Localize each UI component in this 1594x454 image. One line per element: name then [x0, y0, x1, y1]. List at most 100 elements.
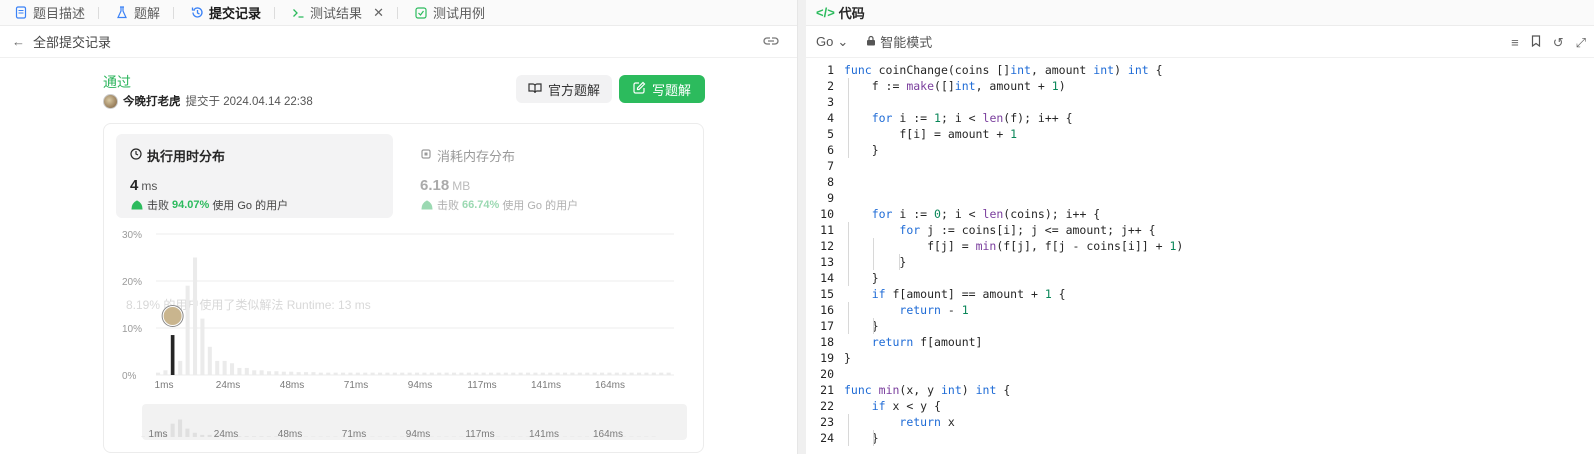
chart-bar[interactable]	[378, 372, 383, 375]
chart-bar[interactable]	[363, 372, 368, 375]
chart-bar[interactable]	[341, 372, 346, 375]
expand-icon[interactable]: ⤢	[1576, 35, 1586, 51]
code-line[interactable]: 9	[806, 190, 1183, 206]
code-line[interactable]: 13 }	[806, 254, 1183, 270]
bookmark-icon[interactable]	[1531, 35, 1541, 51]
chart-bar[interactable]	[666, 372, 671, 375]
chart-bar[interactable]	[459, 372, 464, 375]
code-line[interactable]: 19}	[806, 350, 1183, 366]
chart-bar[interactable]	[185, 285, 190, 375]
tab-description[interactable]: 题目描述	[6, 0, 107, 26]
chart-bar[interactable]	[400, 372, 405, 375]
chart-bar[interactable]	[533, 372, 538, 375]
chart-bar[interactable]	[526, 372, 531, 375]
chart-bar[interactable]	[429, 372, 434, 375]
chart-bar[interactable]	[548, 372, 553, 375]
tab-solutions[interactable]: 题解	[107, 0, 182, 26]
code-line[interactable]: 24 }	[806, 430, 1183, 446]
chart-bar[interactable]	[156, 372, 161, 375]
chart-bar[interactable]	[437, 372, 442, 375]
chart-bar[interactable]	[659, 372, 664, 375]
chart-bar[interactable]	[511, 372, 516, 375]
all-submissions-link[interactable]: 全部提交记录	[33, 32, 111, 51]
chart-bar[interactable]	[304, 372, 309, 375]
chart-bar[interactable]	[600, 372, 605, 375]
chart-bar[interactable]	[311, 372, 316, 375]
chart-bar[interactable]	[622, 372, 627, 375]
chart-bar[interactable]	[518, 372, 523, 375]
code-line[interactable]: 17 }	[806, 318, 1183, 334]
code-line[interactable]: 14 }	[806, 270, 1183, 286]
avatar[interactable]	[103, 93, 118, 109]
user-avatar-marker[interactable]	[161, 305, 184, 327]
chart-bar[interactable]	[222, 360, 227, 375]
chart-bar[interactable]	[370, 372, 375, 375]
chart-bar[interactable]	[570, 372, 575, 375]
write-solution-button[interactable]: 写题解	[619, 75, 705, 103]
chart-bar[interactable]	[577, 372, 582, 375]
code-line[interactable]: 5 f[i] = amount + 1	[806, 126, 1183, 142]
code-line[interactable]: 18 return f[amount]	[806, 334, 1183, 350]
chart-bar[interactable]	[540, 372, 545, 375]
code-line[interactable]: 7	[806, 158, 1183, 174]
chart-bar[interactable]	[607, 372, 612, 375]
chart-bar[interactable]	[193, 257, 198, 376]
chart-bar[interactable]	[415, 372, 420, 375]
runtime-distribution-chart[interactable]: 30% 20% 10% 0% 1ms 1ms 24ms 24ms 48ms 48ms 71ms 71m…	[104, 124, 705, 454]
code-editor[interactable]: 1 func coinChange(coins []int, amount int…	[806, 62, 1183, 446]
chart-bar[interactable]	[215, 360, 220, 375]
code-line[interactable]: 21 func min(x, y int) int {	[806, 382, 1183, 398]
chart-bar[interactable]	[237, 367, 242, 375]
chart-bar[interactable]	[333, 372, 338, 375]
link-icon[interactable]	[763, 35, 779, 50]
chart-bar[interactable]	[489, 372, 494, 375]
code-line[interactable]: 1 func coinChange(coins []int, amount int…	[806, 62, 1183, 78]
code-line[interactable]: 16 return - 1	[806, 302, 1183, 318]
chart-bar[interactable]	[318, 372, 323, 375]
chart-bar[interactable]	[259, 370, 264, 375]
chart-bar[interactable]	[614, 372, 619, 375]
chart-bar[interactable]	[178, 360, 183, 375]
tab-submissions[interactable]: 提交记录	[182, 0, 283, 26]
chart-bar[interactable]	[230, 363, 235, 375]
chart-bar[interactable]	[355, 372, 360, 375]
chart-bar[interactable]	[563, 372, 568, 375]
chart-bar[interactable]	[267, 371, 272, 375]
code-line[interactable]: 8	[806, 174, 1183, 190]
code-line[interactable]: 2 f := make([]int, amount + 1)	[806, 78, 1183, 94]
chart-bar[interactable]	[592, 372, 597, 375]
chart-bar[interactable]	[585, 372, 590, 375]
chart-bar[interactable]	[392, 372, 397, 375]
chart-bar[interactable]	[629, 372, 634, 375]
language-select[interactable]: Go ⌄	[816, 34, 848, 50]
close-icon[interactable]: ✕	[373, 5, 384, 21]
chart-bar[interactable]	[289, 371, 294, 375]
chart-bar[interactable]	[644, 372, 649, 375]
chart-bar[interactable]	[444, 372, 449, 375]
chart-bar[interactable]	[385, 372, 390, 375]
chart-bar[interactable]	[170, 335, 175, 375]
tab-testcase[interactable]: 测试用例	[406, 0, 493, 26]
code-line[interactable]: 4 for i := 1; i < len(f); i++ {	[806, 110, 1183, 126]
chart-bar[interactable]	[200, 318, 205, 375]
chart-bar[interactable]	[481, 372, 486, 375]
chart-bar[interactable]	[281, 371, 286, 375]
code-line[interactable]: 23 return x	[806, 414, 1183, 430]
chart-bar[interactable]	[407, 372, 412, 375]
author-name[interactable]: 今晚打老虎	[123, 93, 181, 109]
chart-bar[interactable]	[252, 370, 257, 375]
arrow-left-icon[interactable]: ←	[12, 34, 25, 49]
tab-test-result[interactable]: 测试结果 ✕	[283, 0, 406, 26]
format-icon[interactable]: ≡	[1511, 35, 1519, 51]
chart-bar[interactable]	[163, 370, 168, 375]
official-solution-button[interactable]: 官方题解	[516, 75, 612, 103]
mode-toggle[interactable]: 智能模式	[866, 32, 932, 51]
chart-bar[interactable]	[326, 372, 331, 375]
code-line[interactable]: 20	[806, 366, 1183, 382]
chart-bar[interactable]	[452, 372, 457, 375]
code-line[interactable]: 11 for j := coins[i]; j <= amount; j++ {	[806, 222, 1183, 238]
code-line[interactable]: 12 f[j] = min(f[j], f[j - coins[i]] + 1)	[806, 238, 1183, 254]
code-line[interactable]: 15 if f[amount] == amount + 1 {	[806, 286, 1183, 302]
code-line[interactable]: 6 }	[806, 142, 1183, 158]
chart-bar[interactable]	[466, 372, 471, 375]
